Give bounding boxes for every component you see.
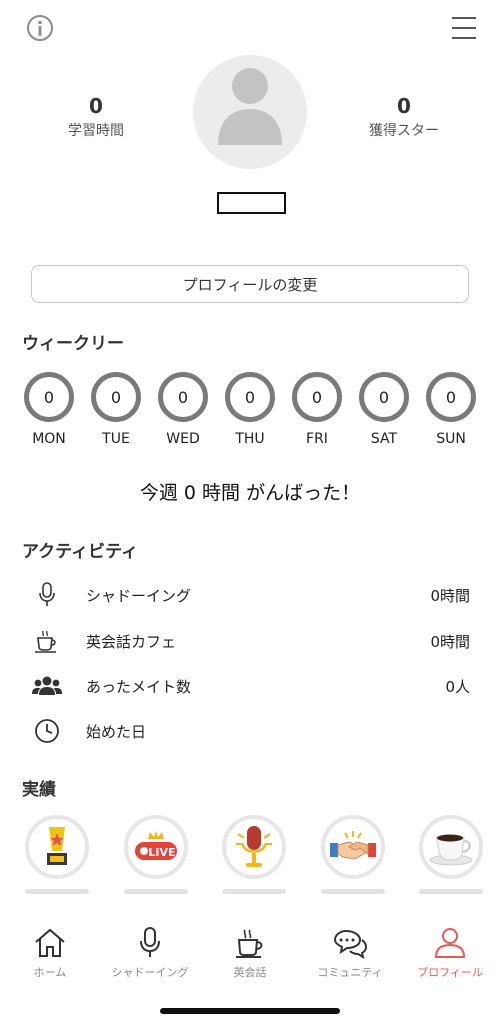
achievement-badge[interactable] xyxy=(221,815,287,894)
achievement-badge[interactable] xyxy=(418,815,484,894)
study-time-value: 0 xyxy=(89,94,103,118)
study-time-label: 学習時間 xyxy=(68,123,124,139)
tab-conversation[interactable]: 英会話 xyxy=(200,926,300,980)
day-label: SAT xyxy=(370,431,398,447)
activity-label: あったメイト数 xyxy=(86,677,192,696)
day-fri: 0 FRI xyxy=(286,372,348,447)
tab-profile[interactable]: プロフィール xyxy=(400,926,500,980)
handshake-icon xyxy=(320,815,385,879)
day-label: THU xyxy=(235,431,265,447)
tab-label: 英会話 xyxy=(233,966,267,979)
day-label: FRI xyxy=(306,431,328,447)
activity-value: 0人 xyxy=(445,677,470,696)
live-icon: LIVE xyxy=(123,815,188,879)
day-sat: 0 SAT xyxy=(353,372,415,447)
clock-icon xyxy=(30,716,64,746)
achievement-badge[interactable] xyxy=(320,815,386,894)
day-label: SUN xyxy=(436,431,466,447)
day-thu: 0 THU xyxy=(219,372,281,447)
day-count: 0 xyxy=(426,372,476,422)
weekly-summary: 今週 0 時間 がんばった！ xyxy=(139,482,361,504)
user-name-box xyxy=(217,192,286,214)
activity-row-mates: あったメイト数 0人 xyxy=(30,671,470,701)
edit-profile-button[interactable]: プロフィールの変更 xyxy=(31,265,469,303)
tab-label: プロフィール xyxy=(417,966,483,979)
day-count: 0 xyxy=(225,372,275,422)
study-time-stat: 0 学習時間 xyxy=(36,94,156,140)
coffee-cup-icon xyxy=(232,926,268,960)
tab-home[interactable]: ホーム xyxy=(0,926,100,980)
stars-label: 獲得スター xyxy=(369,123,439,139)
weekly-title: ウィークリー xyxy=(22,334,124,354)
tab-label: シャドーイング xyxy=(111,966,189,979)
achievement-badge[interactable]: LIVE xyxy=(123,815,189,894)
day-count: 0 xyxy=(158,372,208,422)
trophy-icon xyxy=(25,815,89,879)
activity-row-cafe: 英会話カフェ 0時間 xyxy=(30,626,470,656)
live-badge-text: LIVE xyxy=(148,846,175,859)
microphone-badge-icon xyxy=(222,815,286,879)
day-tue: 0 TUE xyxy=(85,372,147,447)
badge-progress-bar xyxy=(320,889,385,894)
activity-title: アクティビティ xyxy=(22,542,139,562)
day-count: 0 xyxy=(359,372,409,422)
stars-stat: 0 獲得スター xyxy=(344,94,464,140)
avatar[interactable] xyxy=(193,55,307,169)
activity-label: 始めた日 xyxy=(86,722,147,741)
day-sun: 0 SUN xyxy=(420,372,482,447)
day-count: 0 xyxy=(292,372,342,422)
badge-progress-bar xyxy=(25,889,89,894)
activity-label: 英会話カフェ xyxy=(86,632,177,651)
tab-community[interactable]: コミュニティ xyxy=(300,926,400,980)
badge-progress-bar xyxy=(222,889,286,894)
home-indicator[interactable] xyxy=(160,1008,340,1014)
day-mon: 0 MON xyxy=(18,372,80,447)
people-icon xyxy=(30,671,64,701)
coffee-cup-icon xyxy=(30,626,64,656)
tab-shadowing[interactable]: シャドーイング xyxy=(100,926,200,980)
badge-progress-bar xyxy=(123,889,188,894)
coffee-badge-icon xyxy=(419,815,483,879)
day-label: MON xyxy=(32,431,66,447)
microphone-icon xyxy=(132,926,168,960)
achievement-badges: LIVE xyxy=(24,815,484,894)
stars-value: 0 xyxy=(397,94,411,118)
home-icon xyxy=(32,926,68,960)
activity-label: シャドーイング xyxy=(86,586,192,605)
day-count: 0 xyxy=(91,372,141,422)
weekly-days: 0 MON 0 TUE 0 WED 0 THU 0 FRI 0 SAT 0 SU… xyxy=(18,372,482,447)
chat-bubbles-icon xyxy=(332,926,368,960)
tab-label: コミュニティ xyxy=(317,966,383,979)
day-count: 0 xyxy=(24,372,74,422)
day-wed: 0 WED xyxy=(152,372,214,447)
activity-value: 0時間 xyxy=(430,586,470,605)
tab-label: ホーム xyxy=(33,966,67,979)
info-icon[interactable] xyxy=(26,14,54,42)
achievements-title: 実績 xyxy=(22,780,56,800)
day-label: WED xyxy=(166,431,200,447)
activity-row-shadowing: シャドーイング 0時間 xyxy=(30,580,470,610)
microphone-icon xyxy=(30,580,64,610)
activity-row-start-date: 始めた日 xyxy=(30,716,470,746)
achievement-badge[interactable] xyxy=(24,815,90,894)
activity-value: 0時間 xyxy=(430,632,470,651)
person-icon xyxy=(432,926,468,960)
badge-progress-bar xyxy=(419,889,483,894)
menu-icon[interactable] xyxy=(450,16,478,40)
day-label: TUE xyxy=(102,431,130,447)
